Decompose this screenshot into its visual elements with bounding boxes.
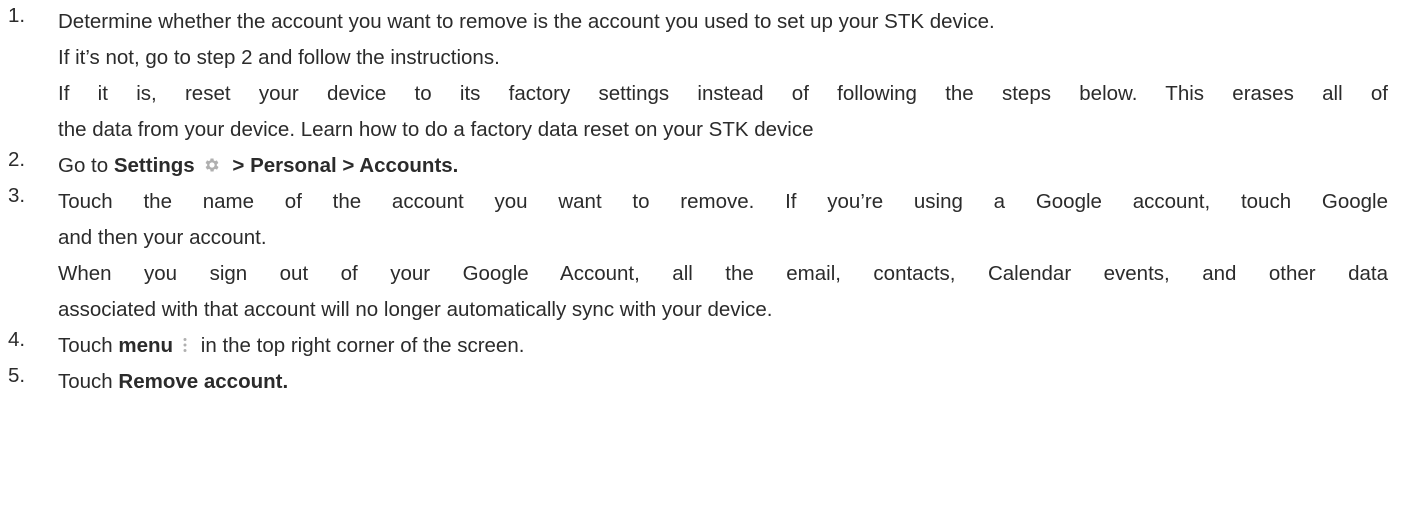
step-3: 3. Touch the name of the account you wan… — [0, 184, 1426, 328]
step-prefix: Touch — [58, 334, 119, 357]
settings-path: > Personal > Accounts. — [226, 154, 459, 177]
step-prefix: Touch — [58, 370, 119, 393]
instruction-steps: 1. Determine whether the account you wan… — [0, 4, 1426, 400]
step-text: and then your account. — [58, 226, 267, 249]
gear-icon — [205, 158, 219, 172]
step-prefix: Go to — [58, 154, 114, 177]
step-number: 5. — [8, 364, 26, 387]
step-text: Touch the name of the account you want t… — [58, 190, 1388, 213]
step-5: 5. Touch Remove account. — [0, 364, 1426, 400]
step-2: 2. Go to Settings > Personal > Accounts. — [0, 148, 1426, 184]
step-number: 4. — [8, 328, 26, 351]
step-number: 2. — [8, 148, 26, 171]
step-text: the data from your device. Learn how to … — [58, 118, 814, 141]
step-number: 3. — [8, 184, 26, 207]
step-number: 1. — [8, 4, 26, 27]
remove-account-label: Remove account. — [118, 370, 289, 393]
more-vertical-icon — [183, 338, 187, 352]
step-text: associated with that account will no lon… — [58, 298, 773, 321]
step-text: Go to Settings > Personal > Accounts. — [58, 148, 1388, 184]
step-text: If it’s not, go to step 2 and follow the… — [58, 46, 500, 69]
step-text: Touch Remove account. — [58, 364, 1388, 400]
step-text: When you sign out of your Google Account… — [58, 262, 1388, 285]
menu-label: menu — [118, 334, 174, 357]
step-suffix: in the top right corner of the screen. — [195, 334, 525, 357]
step-1: 1. Determine whether the account you wan… — [0, 4, 1426, 148]
step-text: Determine whether the account you want t… — [58, 10, 995, 33]
step-text: Touch menu in the top right corner of th… — [58, 328, 1388, 364]
step-text: If it is, reset your device to its facto… — [58, 82, 1388, 105]
step-4: 4. Touch menu in the top right corner of… — [0, 328, 1426, 364]
settings-label: Settings — [113, 154, 195, 177]
